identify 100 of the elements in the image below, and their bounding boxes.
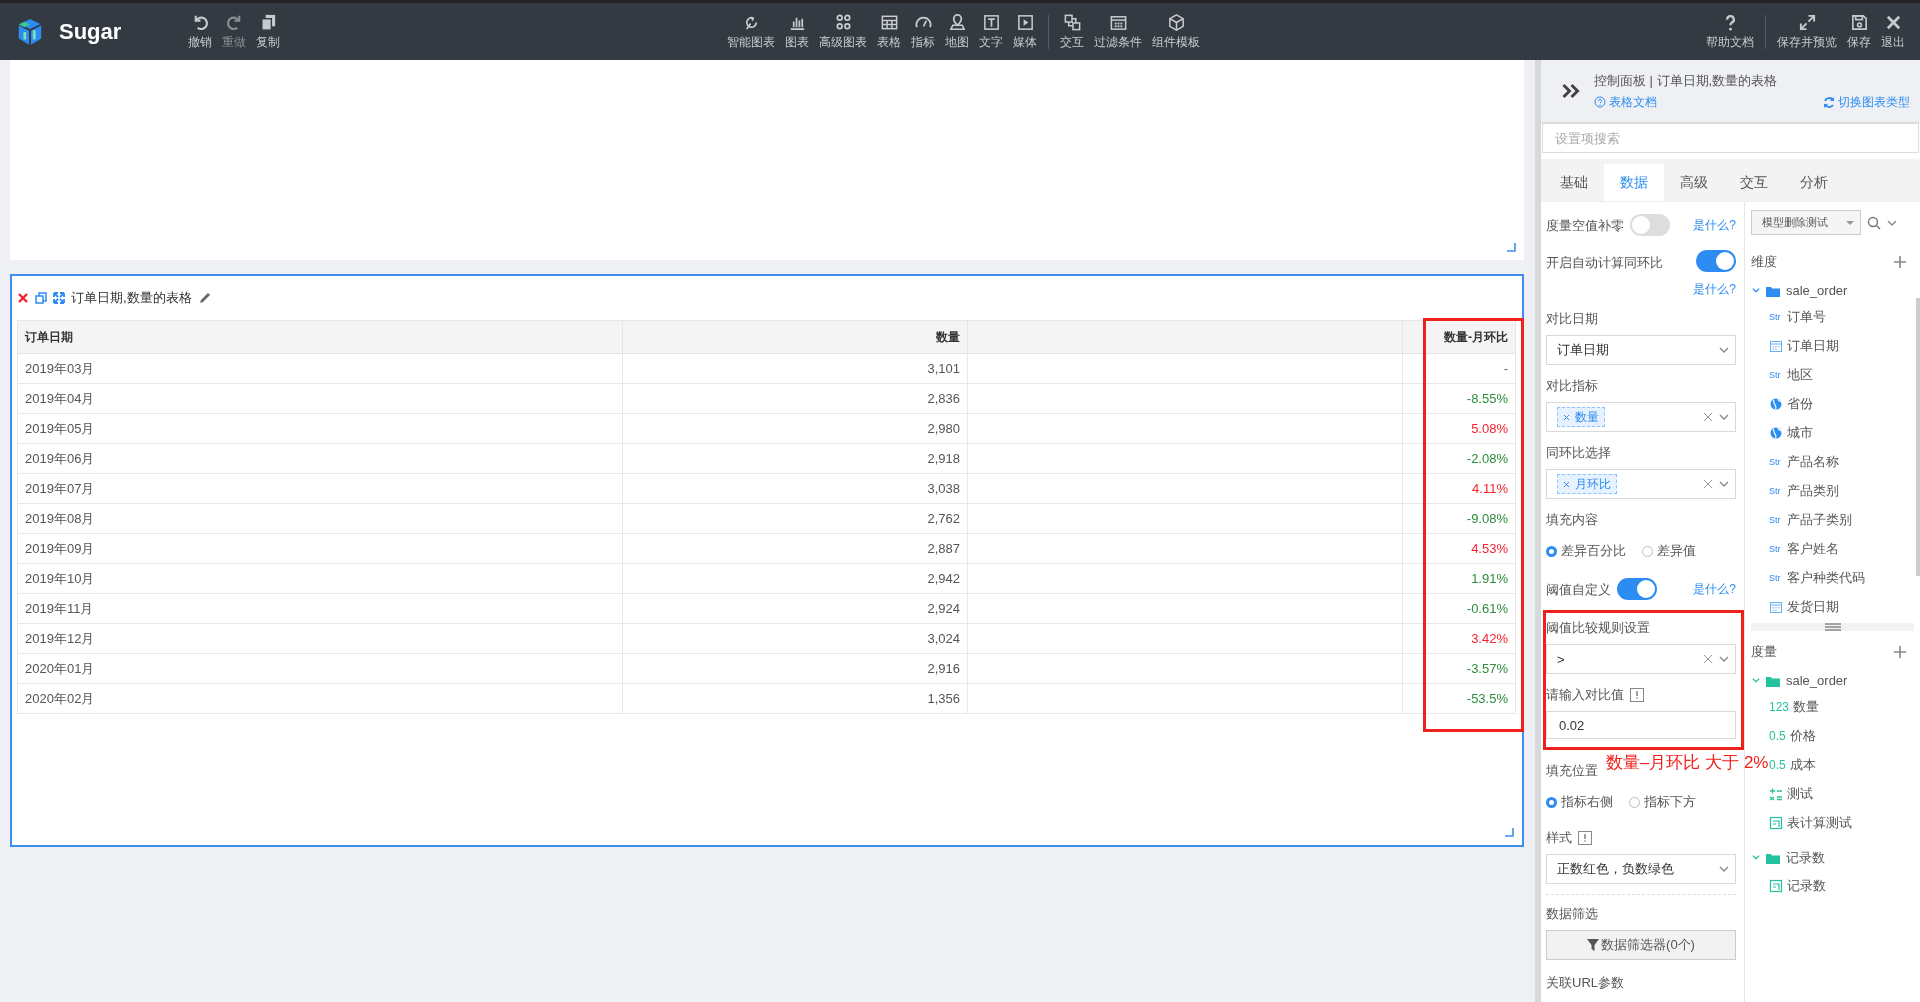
- dataset-select[interactable]: 模型删除测试: [1751, 210, 1861, 235]
- add-icon[interactable]: [1894, 256, 1906, 268]
- input-field[interactable]: 0.02: [1546, 711, 1736, 739]
- clear-icon[interactable]: [1703, 654, 1713, 664]
- chevron-down-icon[interactable]: [1719, 480, 1729, 488]
- field-item[interactable]: 测试: [1769, 779, 1813, 808]
- help-link[interactable]: 是什么?: [1693, 216, 1736, 234]
- field-item[interactable]: 0.5 成本: [1769, 750, 1816, 779]
- help-link[interactable]: 是什么?: [1693, 580, 1736, 598]
- toolbar-button[interactable]: 过滤条件: [1089, 12, 1147, 51]
- toolbar-button[interactable]: 智能图表: [722, 12, 780, 51]
- toggle-switch[interactable]: [1630, 214, 1670, 236]
- cube-icon: [1166, 12, 1186, 32]
- table-cell: 2019年09月: [17, 533, 623, 564]
- field-item[interactable]: 123 数量: [1769, 692, 1820, 721]
- toolbar-button[interactable]: 帮助文档: [1701, 12, 1759, 51]
- clear-icon[interactable]: [1703, 479, 1713, 489]
- tab[interactable]: 基础: [1544, 164, 1604, 201]
- resize-handle-icon[interactable]: [1504, 827, 1514, 837]
- chevron-down-icon[interactable]: [1719, 413, 1729, 421]
- toolbar-button[interactable]: 地图: [940, 12, 974, 51]
- table-cell: 2020年01月: [17, 653, 623, 684]
- search-icon[interactable]: [1867, 215, 1881, 230]
- field-item[interactable]: 省份: [1769, 389, 1813, 418]
- chevron-down-icon[interactable]: [1887, 218, 1897, 227]
- field-item[interactable]: Str 产品类别: [1769, 476, 1839, 505]
- toolbar-button[interactable]: 撤销: [183, 12, 217, 51]
- toolbar-button[interactable]: 保存并预览: [1772, 12, 1842, 51]
- table-field-icon: [1769, 878, 1783, 893]
- remove-icon[interactable]: [1563, 413, 1570, 421]
- double-chevron-icon[interactable]: [1561, 82, 1580, 100]
- tab[interactable]: 数据: [1604, 164, 1664, 201]
- chevron-down-icon[interactable]: [1751, 676, 1761, 685]
- field-item[interactable]: Str 地区: [1769, 360, 1813, 389]
- globe-icon: [1769, 425, 1783, 440]
- tab[interactable]: 交互: [1724, 164, 1784, 201]
- field-type-label: 0.5: [1769, 728, 1786, 743]
- field-item[interactable]: Str 客户姓名: [1769, 534, 1839, 563]
- remove-icon[interactable]: [1563, 480, 1570, 488]
- toolbar-button[interactable]: 文字: [974, 12, 1008, 51]
- toolbar-button[interactable]: 媒体: [1008, 12, 1042, 51]
- chevron-down-icon[interactable]: [1719, 865, 1729, 873]
- field-item[interactable]: 表计算测试: [1769, 808, 1852, 837]
- clear-icon[interactable]: [1703, 412, 1713, 422]
- toggle-switch[interactable]: [1696, 250, 1736, 272]
- table-cell: 3,038: [622, 473, 968, 504]
- chevron-down-icon[interactable]: [1719, 346, 1729, 354]
- chevron-down-icon[interactable]: [1751, 854, 1761, 862]
- setting-label: 对比指标: [1546, 377, 1598, 394]
- radio-option[interactable]: 差异百分比: [1546, 542, 1626, 560]
- toolbar-button[interactable]: 图表: [780, 12, 814, 51]
- expand-icon[interactable]: [53, 292, 65, 304]
- close-icon[interactable]: [17, 292, 29, 304]
- filter-button[interactable]: 数据筛选器(0个): [1546, 930, 1736, 960]
- folder-item[interactable]: sale_order: [1751, 673, 1914, 688]
- toolbar-button[interactable]: 表格: [872, 12, 906, 51]
- field-type-label: Str: [1769, 513, 1782, 527]
- app-logo-text: Sugar: [59, 18, 122, 45]
- resize-handle-icon[interactable]: [1506, 242, 1516, 252]
- toolbar-button[interactable]: 交互: [1055, 12, 1089, 51]
- field-item[interactable]: 0.5 价格: [1769, 721, 1816, 750]
- field-item[interactable]: Str 产品子类别: [1769, 505, 1852, 534]
- select-field[interactable]: 正数红色，负数绿色: [1546, 854, 1736, 884]
- tab[interactable]: 分析: [1784, 164, 1844, 201]
- search-field[interactable]: 设置项搜索: [1542, 123, 1919, 153]
- field-item[interactable]: 记录数: [1769, 871, 1826, 900]
- field-item[interactable]: 城市: [1769, 418, 1813, 447]
- radio-option[interactable]: 差异值: [1642, 542, 1696, 560]
- toolbar-button[interactable]: 指标: [906, 12, 940, 51]
- help-link[interactable]: 是什么?: [1693, 281, 1736, 298]
- drag-handle-icon[interactable]: [1824, 623, 1841, 631]
- field-item[interactable]: Str 客户种类代码: [1769, 563, 1865, 592]
- setting-label: 对比日期: [1546, 310, 1598, 327]
- setting-label: 填充内容: [1546, 511, 1598, 528]
- table-cell: 2019年08月: [17, 503, 623, 534]
- select-field[interactable]: 订单日期: [1546, 335, 1736, 365]
- field-item[interactable]: Str 产品名称: [1769, 447, 1839, 476]
- add-icon[interactable]: [1894, 646, 1906, 658]
- select-field[interactable]: >: [1546, 644, 1736, 674]
- radio-option[interactable]: 指标下方: [1629, 793, 1696, 811]
- toolbar-button[interactable]: 高级图表: [814, 12, 872, 51]
- field-item[interactable]: 订单日期: [1769, 331, 1839, 360]
- chevron-down-icon[interactable]: [1751, 286, 1761, 295]
- copy-icon[interactable]: [35, 292, 47, 304]
- folder-item[interactable]: 记录数: [1751, 849, 1914, 867]
- toolbar-button[interactable]: 保存: [1842, 12, 1876, 51]
- radio-option[interactable]: 指标右侧: [1546, 793, 1613, 811]
- chevron-down-icon[interactable]: [1719, 655, 1729, 663]
- toggle-switch[interactable]: [1617, 578, 1657, 600]
- text-box-icon: [981, 12, 1001, 32]
- field-item[interactable]: Str 订单号: [1769, 302, 1826, 331]
- toolbar-button[interactable]: 退出: [1876, 12, 1910, 51]
- pencil-icon[interactable]: [197, 291, 212, 305]
- calculator-icon: [1769, 786, 1783, 801]
- field-item[interactable]: 发货日期: [1769, 592, 1839, 621]
- tab[interactable]: 高级: [1664, 164, 1724, 201]
- table-cell: -0.61%: [1402, 593, 1516, 624]
- toolbar-button[interactable]: 复制: [251, 12, 285, 51]
- toolbar-button[interactable]: 组件模板: [1147, 12, 1205, 51]
- folder-item[interactable]: sale_order: [1751, 283, 1914, 298]
